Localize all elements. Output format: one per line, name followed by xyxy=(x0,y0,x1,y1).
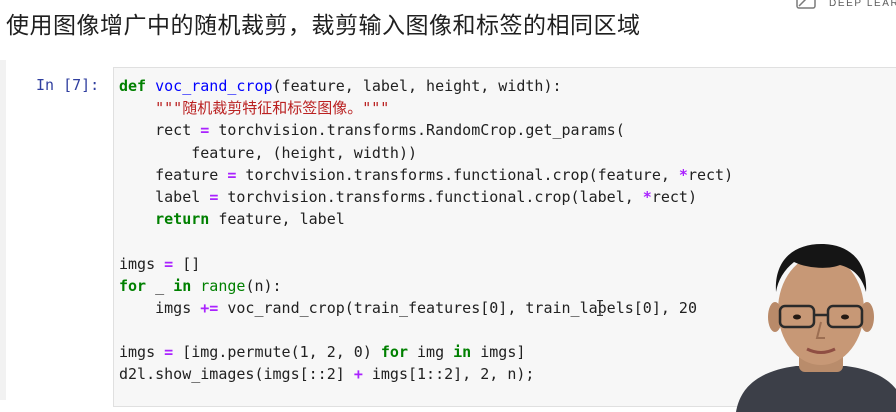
code-text: (feature, label, height, width): xyxy=(272,77,562,95)
code-operator: = xyxy=(164,254,174,273)
code-text: rect) xyxy=(687,165,734,184)
code-text: torchvision.transforms.RandomCrop.get_pa… xyxy=(209,121,625,140)
code-text: feature, (height, width)) xyxy=(191,143,418,162)
code-builtin: range xyxy=(200,276,246,295)
code-text: feature xyxy=(155,165,228,184)
code-operator: * xyxy=(678,165,688,184)
code-line: imgs = [img.permute(1, 2, 0) for img in … xyxy=(119,341,733,363)
code-line: def voc_rand_crop(feature, label, height… xyxy=(119,75,733,97)
code-keyword: for xyxy=(380,343,408,362)
code-text: rect xyxy=(155,121,201,140)
code-text: torchvision.transforms.functional.crop(f… xyxy=(236,165,679,184)
code-text: feature, label xyxy=(209,210,345,229)
text-cursor-icon xyxy=(597,300,603,316)
deep-learning-logo-icon xyxy=(796,0,816,9)
code-line: return feature, label xyxy=(119,208,733,230)
logo-text: DEEP LEARN xyxy=(829,0,896,9)
presenter-video xyxy=(736,243,896,412)
code-text: torchvision.transforms.functional.crop(l… xyxy=(218,187,643,206)
code-text: d2l.show_images(imgs[::2] xyxy=(119,365,354,384)
code-line: feature = torchvision.transforms.functio… xyxy=(119,164,733,186)
code-keyword: return xyxy=(155,210,210,229)
code-operator: = xyxy=(200,121,210,140)
code-text: rect) xyxy=(651,187,697,206)
slide-title: 使用图像增广中的随机裁剪，裁剪输入图像和标签的相同区域 xyxy=(6,13,641,39)
code-line: rect = torchvision.transforms.RandomCrop… xyxy=(119,119,733,141)
code-operator: + xyxy=(353,365,363,384)
code-operator: += xyxy=(200,298,219,317)
code-operator: = xyxy=(209,187,219,206)
cell-selection-bar xyxy=(0,60,6,400)
code-editor[interactable]: def voc_rand_crop(feature, label, height… xyxy=(119,75,733,386)
code-keyword: for xyxy=(119,276,147,295)
code-keyword: def xyxy=(119,77,147,95)
code-docstring: """随机裁剪特征和标签图像。""" xyxy=(155,99,390,118)
code-operator: = xyxy=(164,343,174,362)
code-text: [img.permute(1, 2, 0) xyxy=(173,343,381,362)
code-keyword: in xyxy=(453,343,472,362)
logo: DEEP LEARN xyxy=(795,0,896,14)
code-text: imgs xyxy=(119,343,165,362)
code-text: imgs[1::2], 2, n); xyxy=(362,365,535,384)
code-text: imgs xyxy=(119,254,165,273)
code-line: imgs += voc_rand_crop(train_features[0],… xyxy=(119,297,733,319)
code-text: label xyxy=(155,187,210,206)
code-text: [] xyxy=(173,254,201,273)
code-keyword: in xyxy=(173,276,192,295)
code-line: """随机裁剪特征和标签图像。""" xyxy=(119,97,733,119)
cell-prompt: In [7]: xyxy=(36,76,100,94)
code-text: imgs] xyxy=(471,343,526,362)
code-text: _ xyxy=(146,276,174,295)
code-text: voc_rand_crop(train_features[0], train_l… xyxy=(218,298,697,317)
code-line: for _ in range(n): xyxy=(119,275,733,297)
code-line: label = torchvision.transforms.functiona… xyxy=(119,186,733,208)
code-line: feature, (height, width)) xyxy=(119,142,733,164)
code-text: imgs xyxy=(155,298,201,317)
code-operator: * xyxy=(642,187,652,206)
code-text: img xyxy=(408,343,454,362)
code-line: imgs = [] xyxy=(119,253,733,275)
code-line: d2l.show_images(imgs[::2] + imgs[1::2], … xyxy=(119,363,733,385)
code-function-name: voc_rand_crop xyxy=(155,77,273,95)
code-text: (n): xyxy=(245,276,282,295)
